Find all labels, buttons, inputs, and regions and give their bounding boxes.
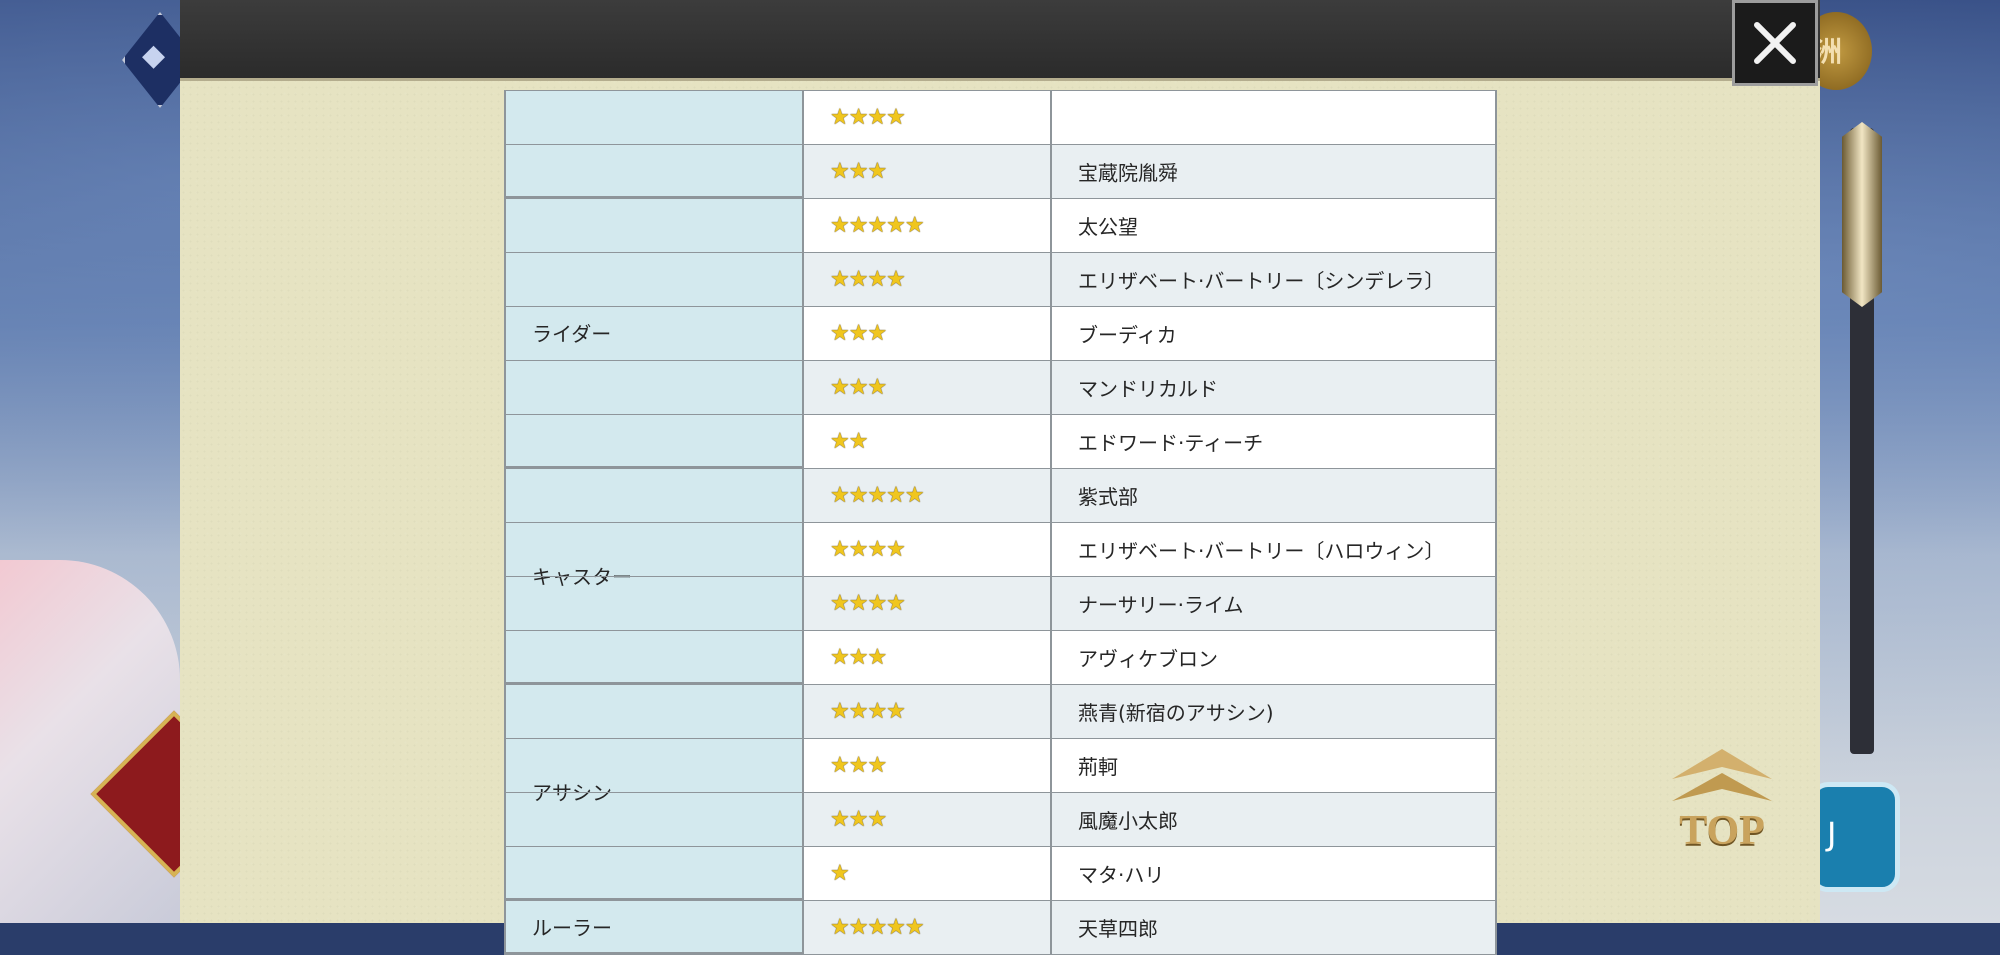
table-row: ★★★★★ 紫式部 — [504, 469, 1497, 523]
table-row: ★★★★ ナーサリー·ライム — [504, 577, 1497, 631]
table-row: ★★★ 荊軻 — [504, 739, 1497, 793]
rarity-stars: ★★★★ — [802, 91, 1050, 144]
background-button-label: J — [1827, 815, 1837, 853]
servant-name: 燕青(新宿のアサシン) — [1050, 685, 1497, 738]
table-row: ★ マタ·ハリ — [504, 847, 1497, 901]
table-row: ★★★ ブーディカ — [504, 307, 1497, 361]
servant-name: 紫式部 — [1050, 469, 1497, 522]
servant-name: エリザベート·バートリー〔シンデレラ〕 — [1050, 253, 1497, 306]
rarity-stars: ★★★★★ — [802, 901, 1050, 954]
servant-name: マンドリカルド — [1050, 361, 1497, 414]
table-row: ★★★★★ 太公望 — [504, 199, 1497, 253]
servant-name: 宝蔵院胤舜 — [1050, 145, 1497, 198]
servant-name: 風魔小太郎 — [1050, 793, 1497, 846]
rarity-stars: ★★★ — [802, 361, 1050, 414]
rarity-stars: ★★★★ — [802, 685, 1050, 738]
table-row: ★★★ 風魔小太郎 — [504, 793, 1497, 847]
rarity-stars: ★★★ — [802, 631, 1050, 684]
rarity-stars: ★★★ — [802, 145, 1050, 198]
servant-table: ★★★★ ★★★ 宝蔵院胤舜 ★★★★★ 太公望 ★★★★ エリザベート·バートリー〔シンデ… — [504, 90, 1497, 955]
rarity-stars: ★★★★★ — [802, 199, 1050, 252]
chevron-up-icon — [1672, 749, 1772, 801]
close-icon — [1754, 22, 1796, 64]
rarity-stars: ★★★★ — [802, 523, 1050, 576]
panel-header — [180, 0, 1820, 81]
servant-name: マタ·ハリ — [1050, 847, 1497, 900]
scrollbar-thumb[interactable] — [1842, 122, 1882, 307]
table-row: ★★★★ — [504, 91, 1497, 145]
diamond-icon: ◆ — [142, 38, 166, 73]
servant-name: 太公望 — [1050, 199, 1497, 252]
table-row: ★★★★ エリザベート·バートリー〔シンデレラ〕 — [504, 253, 1497, 307]
servant-name — [1050, 91, 1497, 144]
servant-name: 天草四郎 — [1050, 901, 1497, 954]
top-button-label: TOP — [1679, 808, 1765, 854]
table-row: ★★★ マンドリカルド — [504, 361, 1497, 415]
servant-name: アヴィケブロン — [1050, 631, 1497, 684]
table-row: ★★★ 宝蔵院胤舜 — [504, 145, 1497, 199]
rarity-stars: ★★★★ — [802, 577, 1050, 630]
servant-name: ナーサリー·ライム — [1050, 577, 1497, 630]
rarity-stars: ★★★ — [802, 793, 1050, 846]
top-button[interactable]: TOP — [1668, 745, 1776, 855]
rarity-stars: ★★★★ — [802, 253, 1050, 306]
close-button[interactable] — [1732, 0, 1818, 86]
servant-name: ブーディカ — [1050, 307, 1497, 360]
rarity-stars: ★★★ — [802, 739, 1050, 792]
rarity-stars: ★★★★★ — [802, 469, 1050, 522]
rarity-stars: ★★★ — [802, 307, 1050, 360]
servant-name: エドワード·ティーチ — [1050, 415, 1497, 468]
table-row: ★★★★ 燕青(新宿のアサシン) — [504, 685, 1497, 739]
background-button: J — [1810, 782, 1900, 892]
servant-name: エリザベート·バートリー〔ハロウィン〕 — [1050, 523, 1497, 576]
rarity-stars: ★ — [802, 847, 1050, 900]
table-row: ★★★ アヴィケブロン — [504, 631, 1497, 685]
rarity-stars: ★★ — [802, 415, 1050, 468]
table-row: ★★★★★ 天草四郎 — [504, 901, 1497, 955]
table-row: ★★ エドワード·ティーチ — [504, 415, 1497, 469]
servant-name: 荊軻 — [1050, 739, 1497, 792]
table-row: ★★★★ エリザベート·バートリー〔ハロウィン〕 — [504, 523, 1497, 577]
